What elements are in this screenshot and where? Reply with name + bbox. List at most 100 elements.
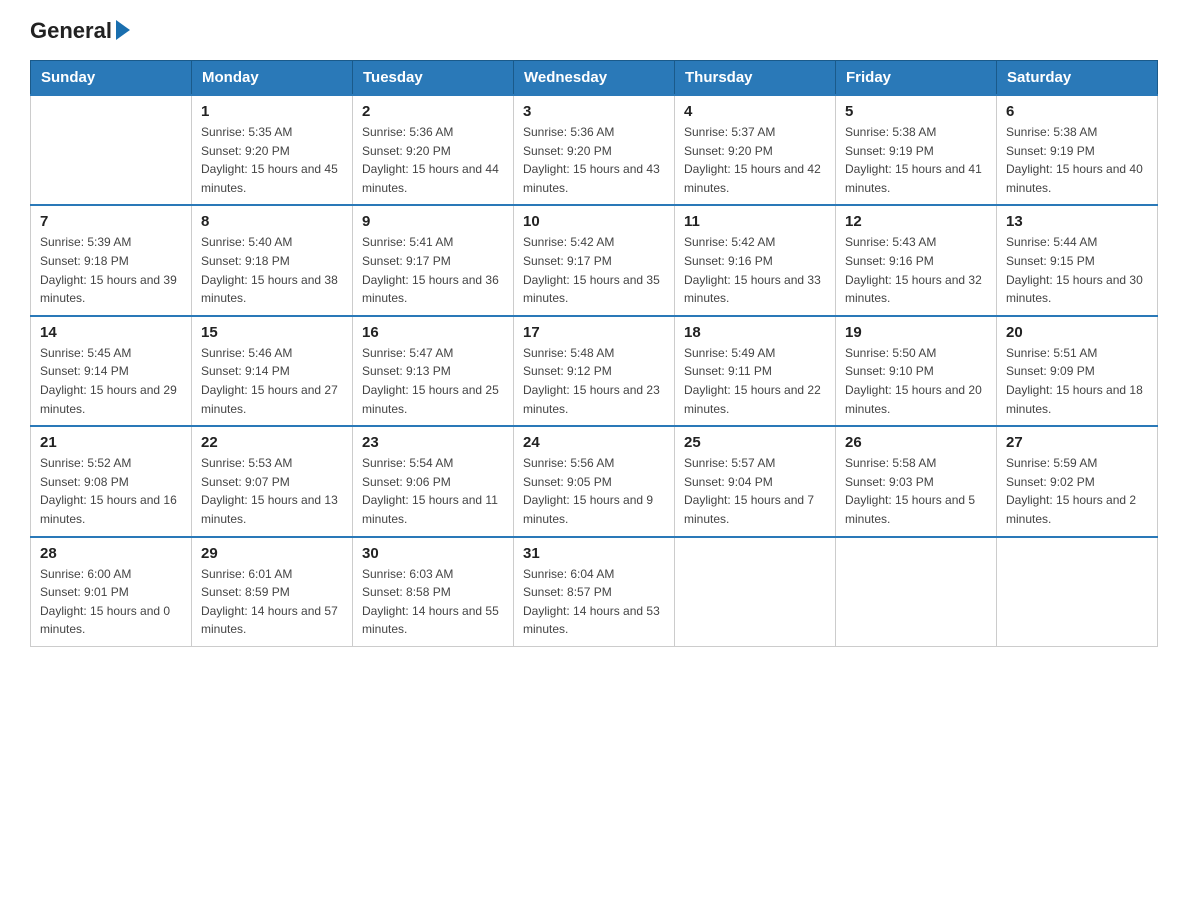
calendar-week-3: 14Sunrise: 5:45 AMSunset: 9:14 PMDayligh… [31,316,1158,426]
col-header-thursday: Thursday [675,61,836,96]
day-detail: Sunrise: 5:38 AMSunset: 9:19 PMDaylight:… [1006,123,1148,197]
day-number: 7 [40,213,182,230]
day-detail: Sunrise: 5:37 AMSunset: 9:20 PMDaylight:… [684,123,826,197]
calendar-cell: 30 Sunrise: 6:03 AMSunset: 8:58 PMDayligh… [353,537,514,647]
col-header-monday: Monday [192,61,353,96]
day-number: 6 [1006,103,1148,120]
col-header-tuesday: Tuesday [353,61,514,96]
day-detail: Sunrise: 5:45 AMSunset: 9:14 PMDaylight:… [40,344,182,418]
col-header-friday: Friday [836,61,997,96]
calendar-cell [675,537,836,647]
day-detail: Sunrise: 5:57 AMSunset: 9:04 PMDaylight:… [684,454,826,528]
calendar-cell: 17 Sunrise: 5:48 AMSunset: 9:12 PMDayligh… [514,316,675,426]
day-detail: Sunrise: 5:43 AMSunset: 9:16 PMDaylight:… [845,233,987,307]
calendar-cell: 7Sunrise: 5:39 AMSunset: 9:18 PMDaylight… [31,205,192,315]
day-number: 3 [523,103,665,120]
calendar-cell: 2 Sunrise: 5:36 AMSunset: 9:20 PMDaylight… [353,95,514,205]
calendar-cell: 12 Sunrise: 5:43 AMSunset: 9:16 PMDayligh… [836,205,997,315]
calendar-cell: 15 Sunrise: 5:46 AMSunset: 9:14 PMDayligh… [192,316,353,426]
day-number: 24 [523,434,665,451]
day-detail: Sunrise: 6:04 AMSunset: 8:57 PMDaylight:… [523,565,665,639]
calendar-cell: 3 Sunrise: 5:36 AMSunset: 9:20 PMDaylight… [514,95,675,205]
day-detail: Sunrise: 5:59 AMSunset: 9:02 PMDaylight:… [1006,454,1148,528]
logo-arrow-icon [116,20,130,40]
day-number: 13 [1006,213,1148,230]
day-number: 16 [362,324,504,341]
day-detail: Sunrise: 5:41 AMSunset: 9:17 PMDaylight:… [362,233,504,307]
day-number: 23 [362,434,504,451]
calendar-cell: 26Sunrise: 5:58 AMSunset: 9:03 PMDayligh… [836,426,997,536]
day-number: 5 [845,103,987,120]
day-number: 12 [845,213,987,230]
calendar-cell: 27 Sunrise: 5:59 AMSunset: 9:02 PMDayligh… [997,426,1158,536]
col-header-wednesday: Wednesday [514,61,675,96]
day-number: 10 [523,213,665,230]
day-number: 1 [201,103,343,120]
calendar-cell: 4 Sunrise: 5:37 AMSunset: 9:20 PMDaylight… [675,95,836,205]
day-detail: Sunrise: 5:47 AMSunset: 9:13 PMDaylight:… [362,344,504,418]
calendar-cell: 28Sunrise: 6:00 AMSunset: 9:01 PMDayligh… [31,537,192,647]
day-detail: Sunrise: 5:38 AMSunset: 9:19 PMDaylight:… [845,123,987,197]
day-detail: Sunrise: 5:35 AMSunset: 9:20 PMDaylight:… [201,123,343,197]
calendar-cell [997,537,1158,647]
day-detail: Sunrise: 5:36 AMSunset: 9:20 PMDaylight:… [362,123,504,197]
calendar-header: SundayMondayTuesdayWednesdayThursdayFrid… [31,61,1158,96]
day-number: 19 [845,324,987,341]
day-detail: Sunrise: 5:48 AMSunset: 9:12 PMDaylight:… [523,344,665,418]
day-number: 26 [845,434,987,451]
day-detail: Sunrise: 5:42 AMSunset: 9:17 PMDaylight:… [523,233,665,307]
day-number: 2 [362,103,504,120]
day-number: 27 [1006,434,1148,451]
day-number: 17 [523,324,665,341]
calendar-cell: 13 Sunrise: 5:44 AMSunset: 9:15 PMDayligh… [997,205,1158,315]
calendar-cell: 31 Sunrise: 6:04 AMSunset: 8:57 PMDayligh… [514,537,675,647]
day-detail: Sunrise: 5:53 AMSunset: 9:07 PMDaylight:… [201,454,343,528]
calendar-cell: 14Sunrise: 5:45 AMSunset: 9:14 PMDayligh… [31,316,192,426]
day-number: 30 [362,545,504,562]
col-header-saturday: Saturday [997,61,1158,96]
calendar-cell: 24Sunrise: 5:56 AMSunset: 9:05 PMDayligh… [514,426,675,536]
calendar-cell: 5 Sunrise: 5:38 AMSunset: 9:19 PMDaylight… [836,95,997,205]
calendar-cell: 10 Sunrise: 5:42 AMSunset: 9:17 PMDayligh… [514,205,675,315]
day-detail: Sunrise: 6:03 AMSunset: 8:58 PMDaylight:… [362,565,504,639]
calendar-table: SundayMondayTuesdayWednesdayThursdayFrid… [30,60,1158,647]
day-number: 20 [1006,324,1148,341]
day-detail: Sunrise: 5:46 AMSunset: 9:14 PMDaylight:… [201,344,343,418]
day-detail: Sunrise: 5:36 AMSunset: 9:20 PMDaylight:… [523,123,665,197]
day-number: 31 [523,545,665,562]
day-number: 29 [201,545,343,562]
calendar-cell: 8Sunrise: 5:40 AMSunset: 9:18 PMDaylight… [192,205,353,315]
day-detail: Sunrise: 6:01 AMSunset: 8:59 PMDaylight:… [201,565,343,639]
calendar-cell: 25 Sunrise: 5:57 AMSunset: 9:04 PMDayligh… [675,426,836,536]
calendar-cell: 6 Sunrise: 5:38 AMSunset: 9:19 PMDaylight… [997,95,1158,205]
calendar-week-2: 7Sunrise: 5:39 AMSunset: 9:18 PMDaylight… [31,205,1158,315]
day-number: 25 [684,434,826,451]
calendar-cell: 20 Sunrise: 5:51 AMSunset: 9:09 PMDayligh… [997,316,1158,426]
calendar-cell: 1 Sunrise: 5:35 AMSunset: 9:20 PMDaylight… [192,95,353,205]
day-detail: Sunrise: 5:42 AMSunset: 9:16 PMDaylight:… [684,233,826,307]
calendar-week-4: 21Sunrise: 5:52 AMSunset: 9:08 PMDayligh… [31,426,1158,536]
day-detail: Sunrise: 5:40 AMSunset: 9:18 PMDaylight:… [201,233,343,307]
col-header-sunday: Sunday [31,61,192,96]
page-header: General [30,20,1158,42]
calendar-cell [836,537,997,647]
day-number: 15 [201,324,343,341]
day-detail: Sunrise: 5:44 AMSunset: 9:15 PMDaylight:… [1006,233,1148,307]
calendar-cell: 18Sunrise: 5:49 AMSunset: 9:11 PMDayligh… [675,316,836,426]
calendar-cell: 19 Sunrise: 5:50 AMSunset: 9:10 PMDayligh… [836,316,997,426]
day-number: 22 [201,434,343,451]
calendar-cell: 22 Sunrise: 5:53 AMSunset: 9:07 PMDayligh… [192,426,353,536]
day-detail: Sunrise: 6:00 AMSunset: 9:01 PMDaylight:… [40,565,182,639]
calendar-cell: 9 Sunrise: 5:41 AMSunset: 9:17 PMDaylight… [353,205,514,315]
logo-text-general: General [30,20,112,42]
day-detail: Sunrise: 5:51 AMSunset: 9:09 PMDaylight:… [1006,344,1148,418]
day-detail: Sunrise: 5:49 AMSunset: 9:11 PMDaylight:… [684,344,826,418]
calendar-week-5: 28Sunrise: 6:00 AMSunset: 9:01 PMDayligh… [31,537,1158,647]
calendar-cell: 29 Sunrise: 6:01 AMSunset: 8:59 PMDayligh… [192,537,353,647]
calendar-cell: 23Sunrise: 5:54 AMSunset: 9:06 PMDayligh… [353,426,514,536]
calendar-cell: 11Sunrise: 5:42 AMSunset: 9:16 PMDayligh… [675,205,836,315]
day-detail: Sunrise: 5:50 AMSunset: 9:10 PMDaylight:… [845,344,987,418]
day-number: 4 [684,103,826,120]
day-number: 9 [362,213,504,230]
day-detail: Sunrise: 5:52 AMSunset: 9:08 PMDaylight:… [40,454,182,528]
